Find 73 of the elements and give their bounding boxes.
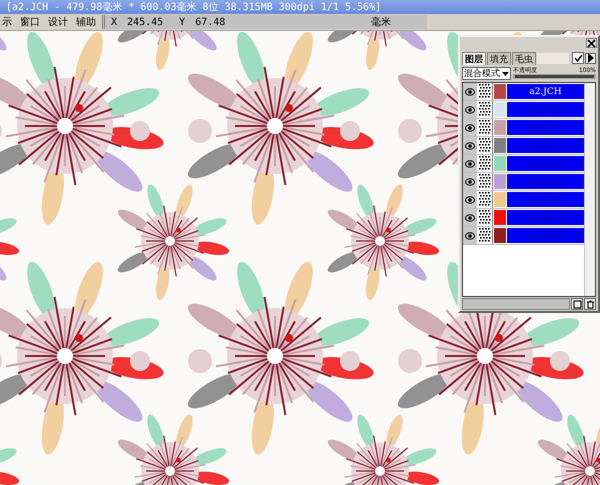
- pattern-icon[interactable]: [478, 173, 493, 190]
- menu-item[interactable]: 示: [2, 15, 12, 29]
- x-value: 245.45: [127, 16, 164, 28]
- panel-tab[interactable]: 图层: [462, 52, 486, 64]
- panel-tab[interactable]: 填充: [487, 52, 511, 64]
- eye-icon: [465, 160, 475, 168]
- layer-row[interactable]: a2.JCH: [463, 137, 584, 155]
- eye-icon: [465, 196, 475, 204]
- close-button[interactable]: [586, 38, 597, 48]
- pattern-icon[interactable]: [478, 227, 493, 244]
- y-value: 67.48: [195, 16, 226, 28]
- eye-icon: [465, 214, 475, 222]
- layer-name[interactable]: a2.JCH: [507, 102, 584, 117]
- new-layer-button[interactable]: [571, 298, 583, 310]
- eye-icon: [465, 178, 475, 186]
- layer-row[interactable]: a2.JCH: [463, 209, 584, 227]
- panel-tab[interactable]: 毛虫: [512, 52, 536, 64]
- x-label: X: [111, 16, 118, 28]
- layer-row[interactable]: a2.JCH: [463, 119, 584, 137]
- pattern-icon[interactable]: [478, 191, 493, 208]
- visibility-toggle[interactable]: [463, 209, 477, 226]
- visibility-toggle[interactable]: [463, 191, 477, 208]
- visibility-toggle[interactable]: [463, 227, 477, 244]
- layer-row[interactable]: a2.JCH: [463, 191, 584, 209]
- checkbox[interactable]: [572, 52, 584, 64]
- y-label: Y: [179, 16, 186, 28]
- pattern-icon[interactable]: [478, 209, 493, 226]
- eye-icon: [465, 142, 475, 150]
- eye-icon: [465, 124, 475, 132]
- layer-row[interactable]: a2.JCH: [463, 227, 584, 245]
- layer-name[interactable]: a2.JCH: [507, 156, 584, 171]
- trash-icon: [586, 300, 594, 308]
- page-icon: [572, 300, 582, 308]
- opacity-slider[interactable]: [513, 74, 596, 79]
- layer-row[interactable]: a2.JCH: [463, 101, 584, 119]
- close-icon: [587, 38, 596, 48]
- visibility-toggle[interactable]: [463, 101, 477, 118]
- menu-item[interactable]: 辅助: [76, 15, 96, 29]
- visibility-toggle[interactable]: [463, 83, 477, 100]
- layer-row[interactable]: a2.JCH: [463, 173, 584, 191]
- layer-name[interactable]: a2.JCH: [507, 174, 584, 189]
- blend-mode-dropdown[interactable]: 混合模式: [462, 67, 511, 80]
- visibility-toggle[interactable]: [463, 155, 477, 172]
- layer-row[interactable]: a2.JCH: [463, 83, 584, 101]
- visibility-toggle[interactable]: [463, 173, 477, 190]
- tab-strip: [537, 52, 569, 64]
- pattern-icon[interactable]: [478, 119, 493, 136]
- horizontal-scrollbar[interactable]: [462, 298, 570, 310]
- panel-menu-button[interactable]: [585, 52, 596, 64]
- play-arrow-icon: [586, 53, 594, 63]
- pattern-icon[interactable]: [478, 155, 493, 172]
- eye-icon: [465, 232, 475, 240]
- eye-icon: [465, 88, 475, 96]
- unit-label: 毫米: [371, 16, 391, 29]
- pattern-icon[interactable]: [478, 101, 493, 118]
- layer-name[interactable]: a2.JCH: [507, 210, 584, 225]
- scrollbar[interactable]: [584, 83, 595, 296]
- caret-icon: [502, 72, 509, 76]
- delete-layer-button[interactable]: [584, 298, 596, 310]
- layer-name[interactable]: a2.JCH: [507, 138, 584, 153]
- layer-name[interactable]: a2.JCH: [507, 84, 584, 99]
- layer-name[interactable]: a2.JCH: [507, 192, 584, 207]
- pattern-icon[interactable]: [478, 83, 493, 100]
- visibility-toggle[interactable]: [463, 119, 477, 136]
- menu-item[interactable]: 设计: [48, 15, 68, 29]
- layer-name[interactable]: a2.JCH: [507, 228, 584, 243]
- layer-row[interactable]: a2.JCH: [463, 155, 584, 173]
- pattern-icon[interactable]: [478, 137, 493, 154]
- window-title: [a2.JCH - 479.98毫米 * 600.03毫米 8位 38.315MB 300dpi 1/1 5.56%]: [6, 0, 382, 14]
- visibility-toggle[interactable]: [463, 137, 477, 154]
- menu-item[interactable]: 窗口: [20, 15, 40, 29]
- eye-icon: [465, 106, 475, 114]
- layer-name[interactable]: a2.JCH: [507, 120, 584, 135]
